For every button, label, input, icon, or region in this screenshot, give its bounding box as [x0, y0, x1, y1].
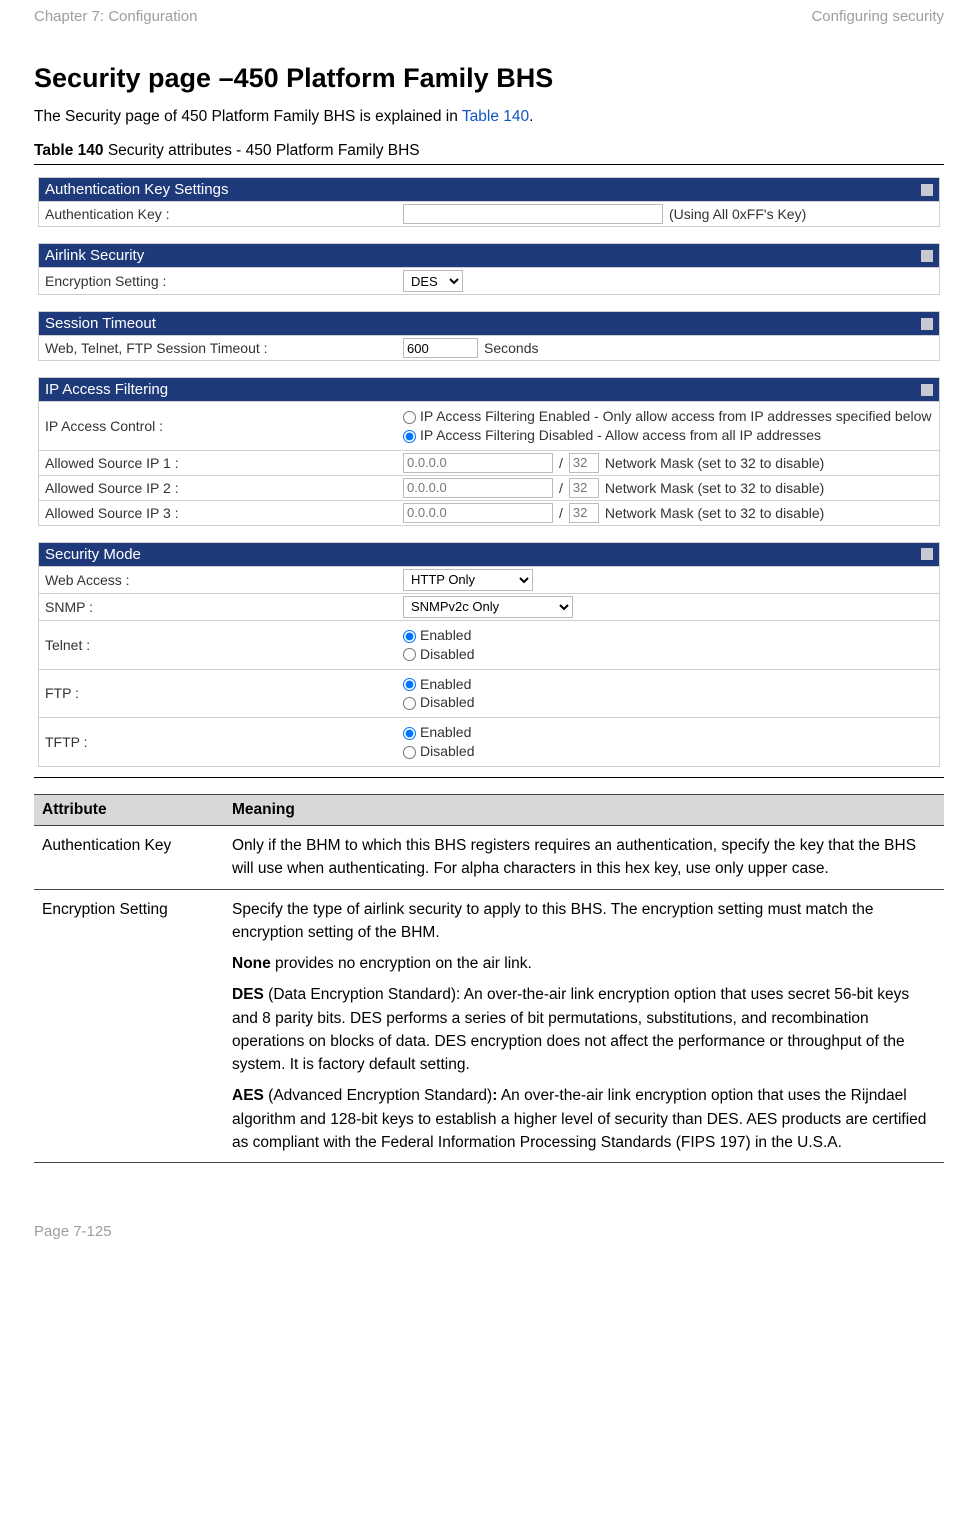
- collapse-icon[interactable]: [921, 250, 933, 262]
- allowed-ip3-mask[interactable]: [569, 503, 599, 523]
- table-row: Authentication KeyOnly if the BHM to whi…: [34, 826, 944, 890]
- tftp-label: TFTP :: [39, 731, 399, 753]
- ftp-enabled-radio[interactable]: [403, 678, 416, 691]
- allowed-ip3-label: Allowed Source IP 3 :: [39, 502, 399, 524]
- panel-security-mode: Security Mode Web Access : HTTP Only SNM…: [38, 542, 940, 767]
- page-header: Chapter 7: Configuration Configuring sec…: [34, 8, 944, 25]
- attr-cell: Authentication Key: [34, 826, 224, 890]
- table-row: Encryption SettingSpecify the type of ai…: [34, 889, 944, 1163]
- auth-key-label: Authentication Key :: [39, 203, 399, 225]
- allowed-ip3-note: Network Mask (set to 32 to disable): [605, 505, 824, 521]
- ip-filter-enabled-radio[interactable]: [403, 411, 416, 424]
- tftp-enabled-radio[interactable]: [403, 727, 416, 740]
- col-meaning: Meaning: [224, 795, 944, 826]
- allowed-ip1-input[interactable]: [403, 453, 553, 473]
- session-timeout-input[interactable]: [403, 338, 478, 358]
- allowed-ip2-mask[interactable]: [569, 478, 599, 498]
- panel-airlink: Airlink Security Encryption Setting : DE…: [38, 243, 940, 295]
- web-access-select[interactable]: HTTP Only: [403, 569, 533, 591]
- web-access-label: Web Access :: [39, 569, 399, 591]
- meaning-cell: Specify the type of airlink security to …: [224, 889, 944, 1163]
- panel-header-auth: Authentication Key Settings: [39, 178, 939, 201]
- snmp-select[interactable]: SNMPv2c Only: [403, 596, 573, 618]
- section-label: Configuring security: [811, 8, 944, 25]
- panel-header-session: Session Timeout: [39, 312, 939, 335]
- table-link[interactable]: Table 140: [462, 108, 529, 125]
- allowed-ip1-mask[interactable]: [569, 453, 599, 473]
- tftp-disabled-radio[interactable]: [403, 746, 416, 759]
- panel-session-timeout: Session Timeout Web, Telnet, FTP Session…: [38, 311, 940, 361]
- auth-key-hint: (Using All 0xFF's Key): [669, 206, 806, 222]
- snmp-label: SNMP :: [39, 596, 399, 618]
- allowed-ip2-note: Network Mask (set to 32 to disable): [605, 480, 824, 496]
- allowed-ip3-input[interactable]: [403, 503, 553, 523]
- allowed-ip1-note: Network Mask (set to 32 to disable): [605, 455, 824, 471]
- col-attribute: Attribute: [34, 795, 224, 826]
- encryption-select[interactable]: DES: [403, 270, 463, 292]
- panel-ip-filtering: IP Access Filtering IP Access Control : …: [38, 377, 940, 526]
- intro-text: The Security page of 450 Platform Family…: [34, 108, 944, 126]
- ftp-disabled-radio[interactable]: [403, 697, 416, 710]
- collapse-icon[interactable]: [921, 548, 933, 560]
- panel-header-airlink: Airlink Security: [39, 244, 939, 267]
- config-screenshot: Authentication Key Settings Authenticati…: [34, 167, 944, 777]
- attributes-table: Attribute Meaning Authentication KeyOnly…: [34, 794, 944, 1163]
- ip-filter-disabled-radio[interactable]: [403, 430, 416, 443]
- attr-cell: Encryption Setting: [34, 889, 224, 1163]
- panel-auth-key: Authentication Key Settings Authenticati…: [38, 177, 940, 227]
- telnet-label: Telnet :: [39, 634, 399, 656]
- chapter-label: Chapter 7: Configuration: [34, 8, 197, 25]
- allowed-ip2-input[interactable]: [403, 478, 553, 498]
- page-number: Page 7-125: [34, 1223, 944, 1240]
- page-title: Security page –450 Platform Family BHS: [34, 63, 944, 94]
- collapse-icon[interactable]: [921, 384, 933, 396]
- collapse-icon[interactable]: [921, 318, 933, 330]
- auth-key-input[interactable]: [403, 204, 663, 224]
- ftp-label: FTP :: [39, 682, 399, 704]
- panel-header-secmode: Security Mode: [39, 543, 939, 566]
- allowed-ip2-label: Allowed Source IP 2 :: [39, 477, 399, 499]
- table-caption: Table 140 Security attributes - 450 Plat…: [34, 142, 944, 165]
- telnet-disabled-radio[interactable]: [403, 648, 416, 661]
- collapse-icon[interactable]: [921, 184, 933, 196]
- session-timeout-unit: Seconds: [484, 340, 538, 356]
- encryption-label: Encryption Setting :: [39, 270, 399, 292]
- panel-header-ipfilter: IP Access Filtering: [39, 378, 939, 401]
- telnet-enabled-radio[interactable]: [403, 630, 416, 643]
- ip-access-control-label: IP Access Control :: [39, 415, 399, 437]
- allowed-ip1-label: Allowed Source IP 1 :: [39, 452, 399, 474]
- session-timeout-label: Web, Telnet, FTP Session Timeout :: [39, 337, 399, 359]
- meaning-cell: Only if the BHM to which this BHS regist…: [224, 826, 944, 890]
